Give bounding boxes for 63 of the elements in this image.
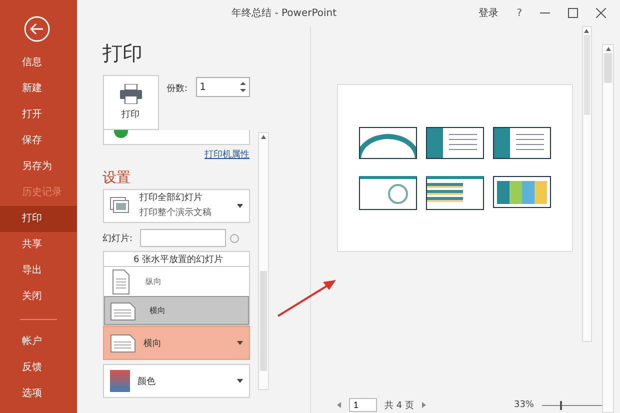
scroll-thumb[interactable] xyxy=(260,271,267,371)
sidebar-item[interactable]: 反馈 xyxy=(0,355,77,381)
window-title: 年终总结 - PowerPoint xyxy=(232,6,337,20)
spinner-arrows-icon[interactable] xyxy=(240,81,246,93)
slide-thumbnail xyxy=(358,126,417,158)
sidebar-item[interactable]: 导出 xyxy=(0,258,77,284)
slide-thumbnail xyxy=(426,176,484,210)
close-icon[interactable] xyxy=(596,8,606,18)
sidebar-item[interactable]: 选项 xyxy=(0,381,77,407)
slides-label: 幻灯片: xyxy=(102,232,133,244)
color-dropdown[interactable]: 颜色 xyxy=(102,364,250,398)
previous-page-icon[interactable] xyxy=(336,402,341,408)
page-number-field[interactable]: 1 xyxy=(348,398,377,412)
orientation-dropdown[interactable]: 横向 xyxy=(102,326,250,360)
slide-thumbnail xyxy=(358,176,417,210)
layout-dropdown[interactable]: 6 张水平放置的幻灯片 xyxy=(102,251,250,266)
slide-thumbnail xyxy=(492,176,551,208)
caret-icon xyxy=(236,204,243,208)
slide-thumbnail xyxy=(426,126,484,158)
scroll-up-icon[interactable] xyxy=(584,29,590,33)
sidebar-item[interactable]: 打印 xyxy=(0,206,77,232)
page-count: 共 4 页 xyxy=(384,400,414,412)
sidebar-item[interactable]: 另存为 xyxy=(0,154,77,180)
menu-item[interactable]: 纵向 xyxy=(104,267,249,296)
settings-heading: 设置 xyxy=(102,169,132,187)
scrollbar[interactable] xyxy=(258,132,269,390)
info-icon[interactable] xyxy=(230,234,239,242)
scroll-thumb[interactable] xyxy=(584,35,590,115)
sidebar-item[interactable]: 打开 xyxy=(0,102,77,128)
zoom-percent: 33% xyxy=(514,400,534,410)
scroll-thumb[interactable] xyxy=(604,53,612,83)
landscape-page-icon xyxy=(110,332,136,354)
slide-thumbnail xyxy=(492,126,551,158)
print-range-dropdown[interactable]: 打印全部幻灯片 打印整个演示文稿 xyxy=(102,189,250,223)
caret-icon xyxy=(236,341,243,345)
page-heading: 打印 xyxy=(102,40,144,67)
landscape-page-icon xyxy=(110,300,136,322)
copies-label: 份数: xyxy=(166,82,188,95)
sidebar-item[interactable]: 关闭 xyxy=(0,284,77,310)
printer-properties-link[interactable]: 打印机属性 xyxy=(204,150,250,160)
help-button[interactable]: ? xyxy=(516,8,522,18)
sidebar-item[interactable]: 信息 xyxy=(0,50,77,76)
printer-icon xyxy=(120,84,142,104)
copies-spinner[interactable]: 1 xyxy=(196,77,250,97)
sidebar-item[interactable]: 新建 xyxy=(0,76,77,102)
scroll-up-icon[interactable] xyxy=(606,47,610,51)
color-swatch-icon xyxy=(110,370,130,392)
slides-input-field[interactable] xyxy=(140,229,226,247)
printer-dropdown[interactable] xyxy=(102,130,250,145)
scrollbar[interactable] xyxy=(602,44,614,413)
sidebar-item[interactable]: 保存 xyxy=(0,128,77,154)
next-page-icon[interactable] xyxy=(422,402,426,408)
portrait-page-icon xyxy=(110,268,132,294)
sign-in-link[interactable]: 登录 xyxy=(478,6,499,20)
caret-icon xyxy=(236,379,243,383)
menu-item[interactable]: 横向 xyxy=(104,296,249,325)
sidebar-item[interactable]: 共享 xyxy=(0,232,77,258)
slides-stack-icon xyxy=(110,197,132,215)
scroll-up-icon[interactable] xyxy=(260,135,266,139)
maximize-icon[interactable] xyxy=(568,8,578,18)
scrollbar[interactable] xyxy=(582,26,592,342)
sidebar-item[interactable]: 帐户 xyxy=(0,329,77,355)
print-button[interactable]: 打印 xyxy=(102,75,159,130)
